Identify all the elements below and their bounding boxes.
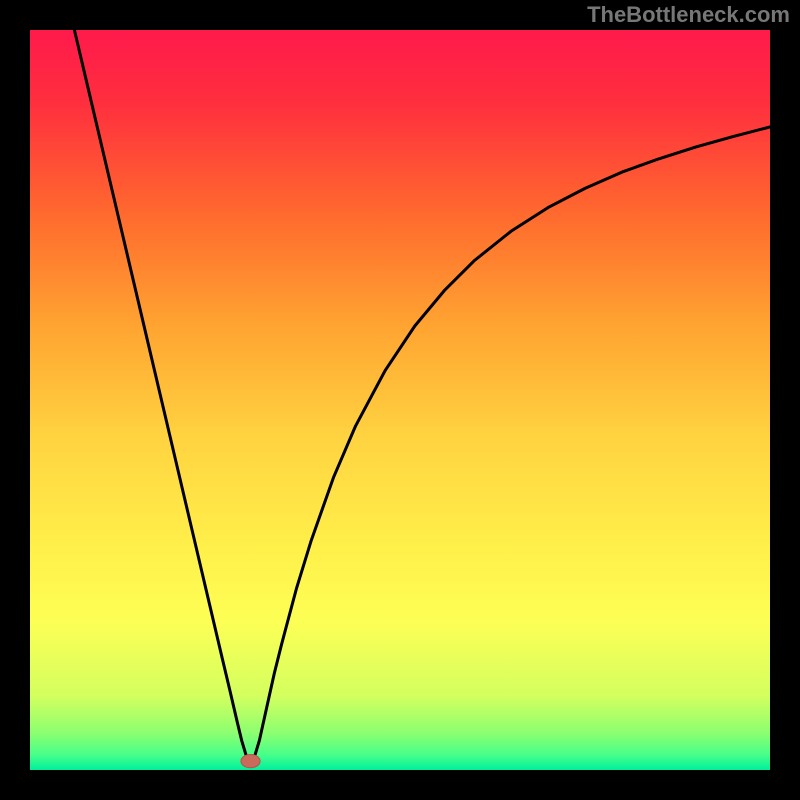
watermark-text: TheBottleneck.com	[587, 2, 790, 28]
optimum-marker	[241, 754, 260, 767]
plot-area	[30, 30, 770, 770]
chart-container: TheBottleneck.com	[0, 0, 800, 800]
gradient-background	[30, 30, 770, 770]
chart-svg	[30, 30, 770, 770]
